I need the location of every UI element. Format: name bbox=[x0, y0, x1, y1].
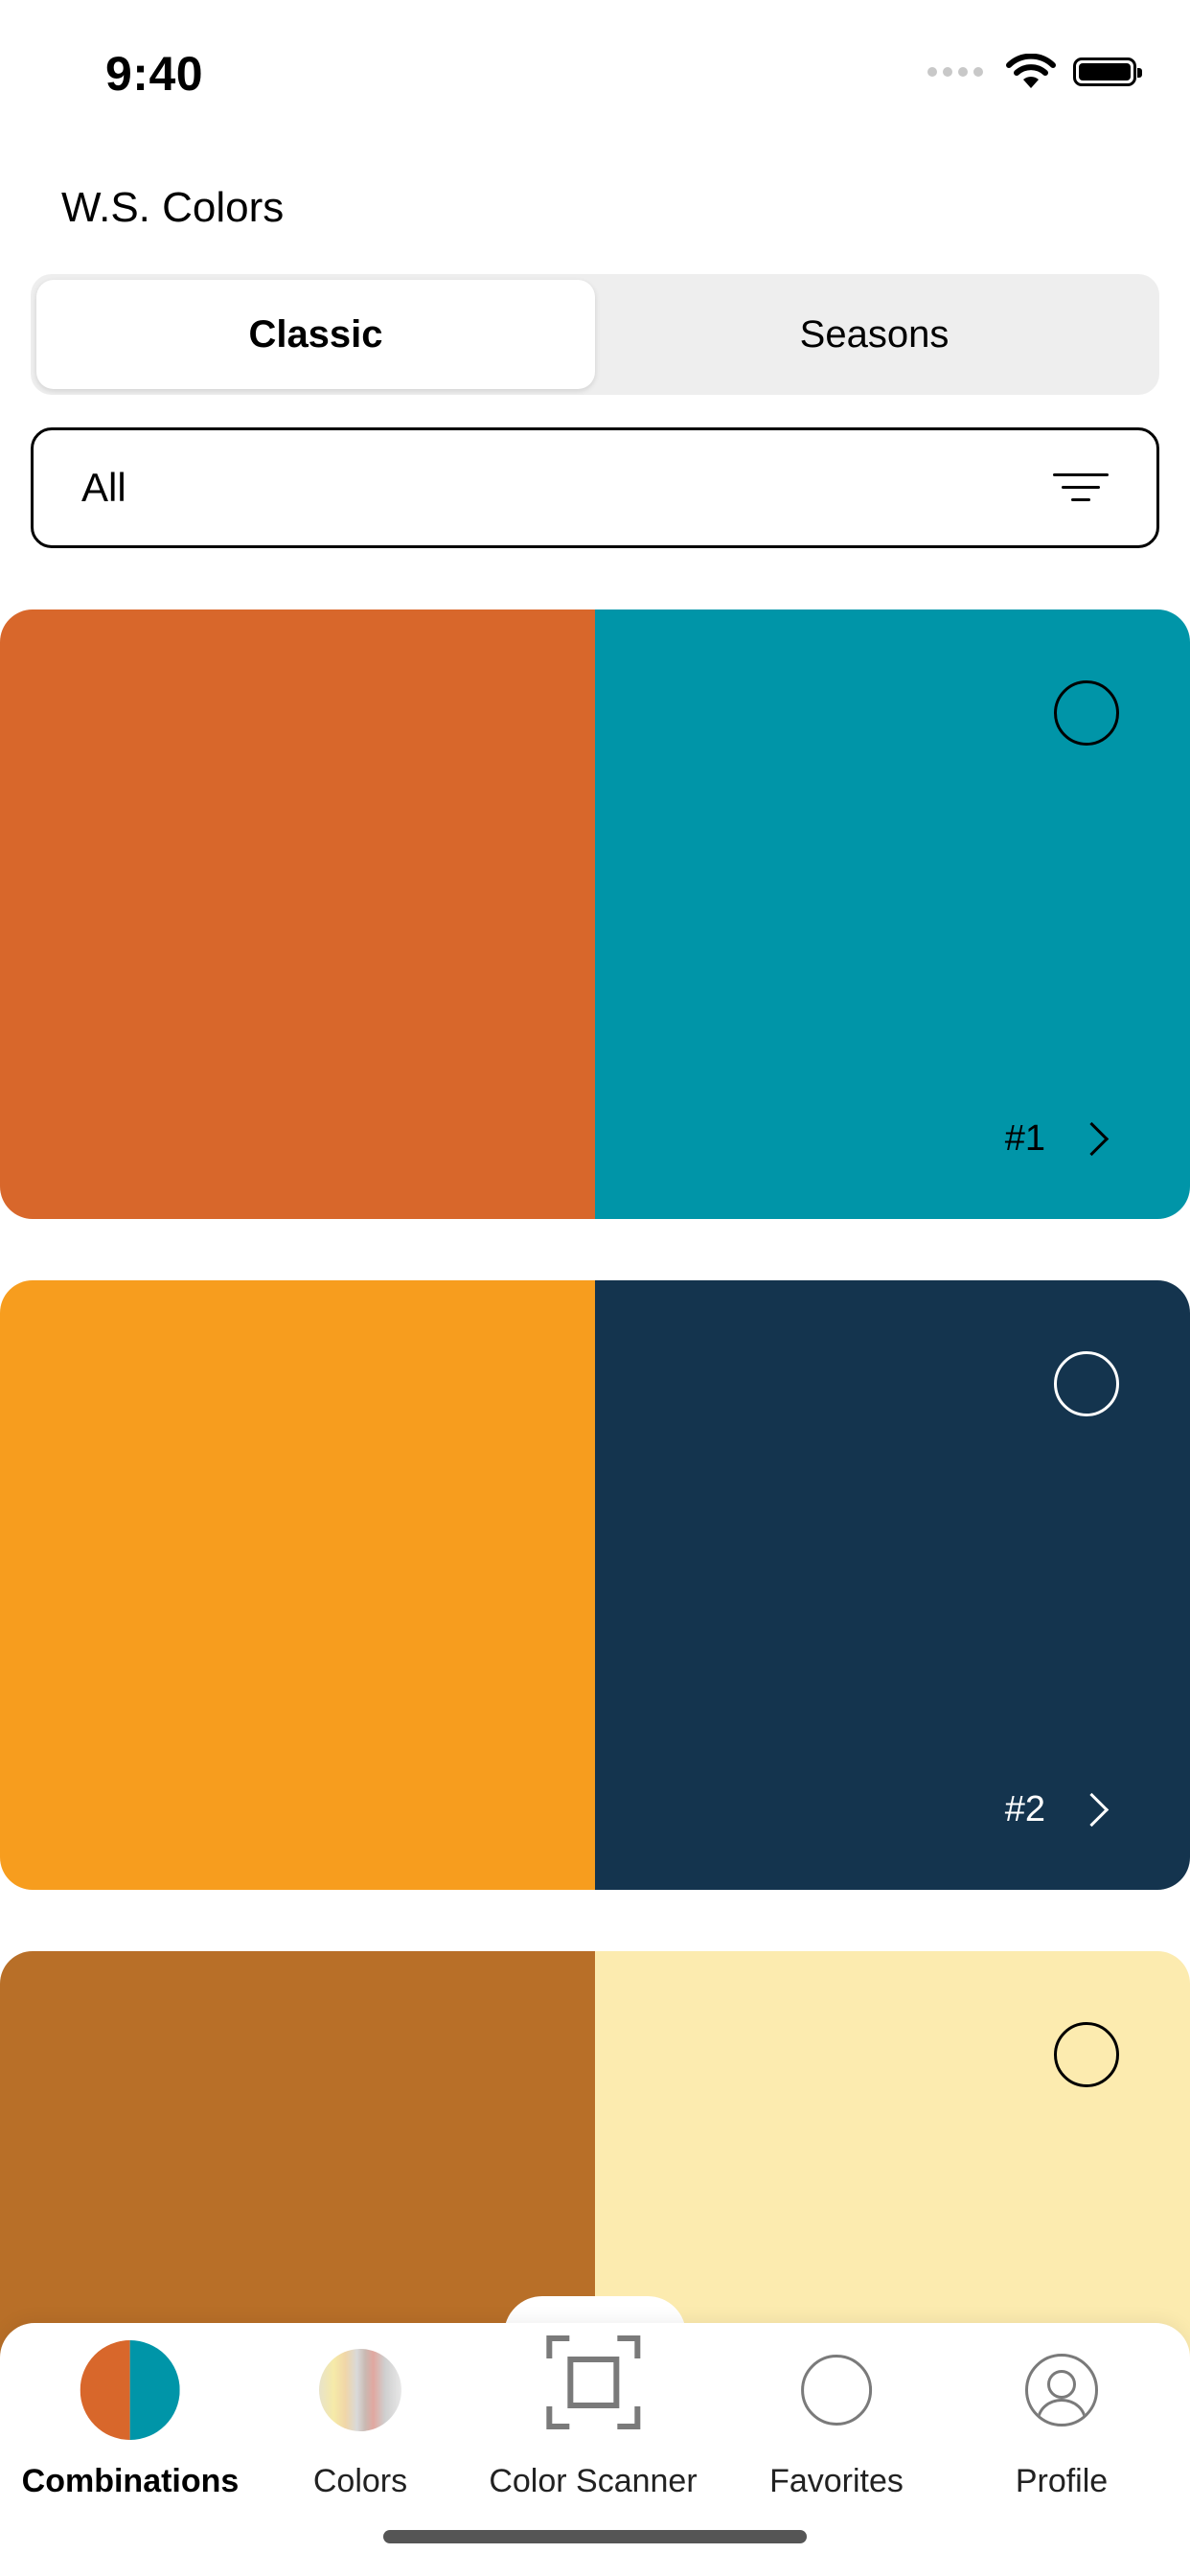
segmented-control: Classic Seasons bbox=[31, 274, 1159, 395]
wifi-icon bbox=[1006, 54, 1056, 88]
segment-seasons[interactable]: Seasons bbox=[595, 280, 1154, 389]
tab-favorites[interactable]: Favorites bbox=[769, 2338, 904, 2500]
filter-value: All bbox=[81, 465, 126, 510]
favorites-circle-icon bbox=[785, 2338, 888, 2442]
combination-card[interactable]: #1 bbox=[0, 610, 1190, 1219]
segment-classic[interactable]: Classic bbox=[36, 280, 595, 389]
combination-card[interactable]: #2 bbox=[0, 1280, 1190, 1890]
home-indicator bbox=[383, 2530, 807, 2543]
filter-icon[interactable] bbox=[1053, 472, 1109, 504]
status-icons bbox=[927, 54, 1142, 90]
tab-favorites-label: Favorites bbox=[769, 2463, 904, 2499]
tab-combinations[interactable]: Combinations bbox=[21, 2338, 240, 2500]
app-title: W.S. Colors bbox=[61, 184, 285, 231]
favorite-select-circle[interactable] bbox=[1054, 2022, 1119, 2087]
tab-profile-label: Profile bbox=[1015, 2463, 1109, 2499]
favorite-select-circle[interactable] bbox=[1054, 1351, 1119, 1416]
color-swatch-left bbox=[0, 610, 595, 1219]
chevron-right-icon bbox=[1074, 1121, 1110, 1157]
tab-colors-label: Colors bbox=[312, 2463, 408, 2499]
combination-number: #1 bbox=[1004, 1118, 1045, 1159]
status-time: 9:40 bbox=[105, 47, 204, 101]
chevron-right-icon bbox=[1074, 1792, 1110, 1828]
color-swatch-right: #2 bbox=[595, 1280, 1190, 1890]
color-swatch-left bbox=[0, 1280, 595, 1890]
card-footer[interactable]: #2 bbox=[1004, 1789, 1110, 1830]
cellular-signal-icon bbox=[927, 67, 983, 77]
tab-color-scanner[interactable]: Color Scanner bbox=[489, 2323, 698, 2500]
combination-number: #2 bbox=[1004, 1789, 1045, 1829]
combinations-icon bbox=[79, 2338, 182, 2442]
filter-dropdown[interactable]: All bbox=[31, 427, 1159, 548]
colors-icon bbox=[309, 2338, 412, 2442]
tab-colors[interactable]: Colors bbox=[309, 2338, 412, 2500]
scan-frame-icon bbox=[541, 2323, 645, 2442]
tab-combinations-label: Combinations bbox=[21, 2463, 240, 2499]
tab-color-scanner-label: Color Scanner bbox=[489, 2463, 698, 2499]
battery-icon bbox=[1073, 58, 1142, 86]
card-footer[interactable]: #1 bbox=[1004, 1118, 1110, 1160]
color-swatch-right: #1 bbox=[595, 610, 1190, 1219]
tab-profile[interactable]: Profile bbox=[1010, 2338, 1113, 2500]
profile-icon bbox=[1010, 2338, 1113, 2442]
favorite-select-circle[interactable] bbox=[1054, 680, 1119, 746]
